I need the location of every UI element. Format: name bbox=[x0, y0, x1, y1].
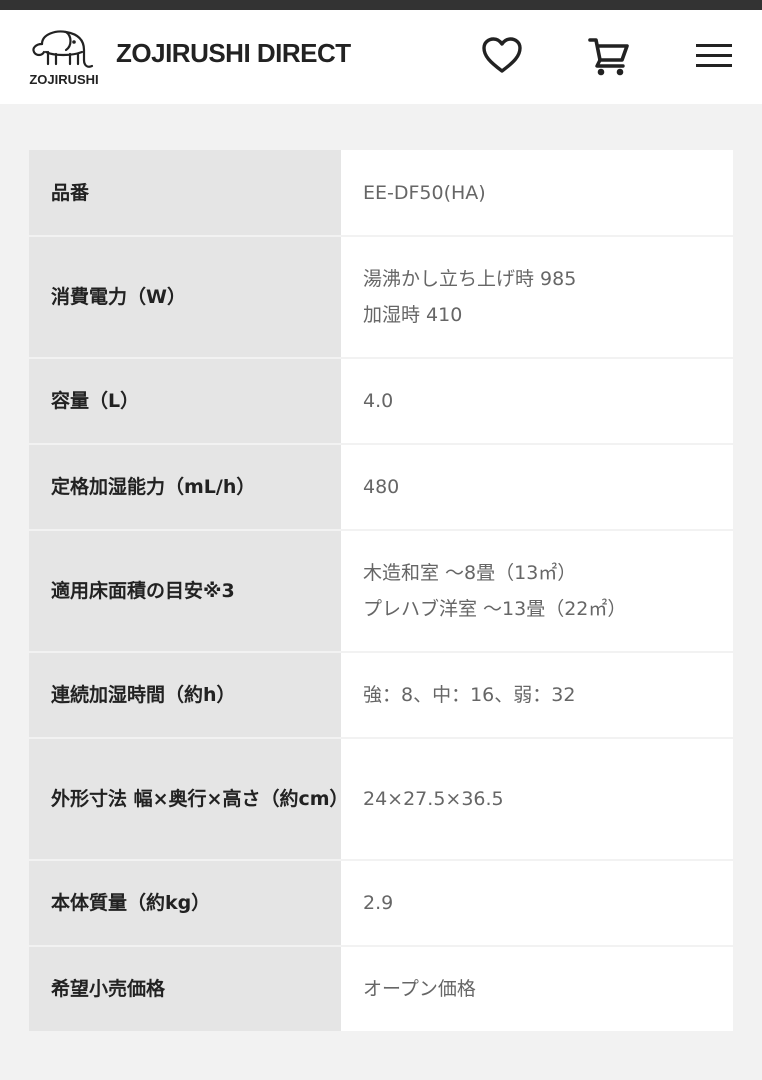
spec-label: 定格加湿能力（mL/h） bbox=[29, 444, 341, 530]
spec-label: 適用床面積の目安※3 bbox=[29, 530, 341, 652]
spec-value-line: 湯沸かし立ち上げ時 985 bbox=[363, 268, 577, 290]
spec-value-line: 木造和室 〜8畳（13㎡） bbox=[363, 562, 577, 584]
spec-row: 希望小売価格 オープン価格 bbox=[29, 946, 733, 1032]
spec-value-line: オープン価格 bbox=[363, 978, 476, 1000]
spec-value: 24×27.5×36.5 bbox=[341, 738, 733, 860]
spec-value: EE-DF50(HA) bbox=[341, 150, 733, 236]
spec-table: 品番 EE-DF50(HA) 消費電力（W） 湯沸かし立ち上げ時 985 加湿時… bbox=[29, 150, 733, 1033]
spec-row: 品番 EE-DF50(HA) bbox=[29, 150, 733, 236]
spec-value-line: 強：8、中：16、弱：32 bbox=[363, 684, 576, 706]
spec-label: 容量（L） bbox=[29, 358, 341, 444]
spec-value-line: 4.0 bbox=[363, 390, 394, 412]
spec-value-line: 2.9 bbox=[363, 892, 394, 914]
spec-value: オープン価格 bbox=[341, 946, 733, 1032]
site-header: ZOJIRUSHI ZOJIRUSHI DIRECT bbox=[0, 10, 762, 104]
spec-row: 消費電力（W） 湯沸かし立ち上げ時 985 加湿時 410 bbox=[29, 236, 733, 358]
spec-value: 湯沸かし立ち上げ時 985 加湿時 410 bbox=[341, 236, 733, 358]
spec-label: 消費電力（W） bbox=[29, 236, 341, 358]
spec-label: 品番 bbox=[29, 150, 341, 236]
heart-icon[interactable] bbox=[480, 34, 524, 78]
logo-wordmark: ZOJIRUSHI bbox=[29, 72, 98, 87]
spec-row: 適用床面積の目安※3 木造和室 〜8畳（13㎡） プレハブ洋室 〜13畳（22㎡… bbox=[29, 530, 733, 652]
spec-row: 容量（L） 4.0 bbox=[29, 358, 733, 444]
spec-row: 定格加湿能力（mL/h） 480 bbox=[29, 444, 733, 530]
spec-label: 連続加湿時間（約h） bbox=[29, 652, 341, 738]
brand-title[interactable]: ZOJIRUSHI DIRECT bbox=[116, 38, 351, 69]
spec-value: 木造和室 〜8畳（13㎡） プレハブ洋室 〜13畳（22㎡） bbox=[341, 530, 733, 652]
spec-value: 480 bbox=[341, 444, 733, 530]
spec-value: 2.9 bbox=[341, 860, 733, 946]
top-status-bar bbox=[0, 0, 762, 10]
spec-value: 強：8、中：16、弱：32 bbox=[341, 652, 733, 738]
spec-value-line: プレハブ洋室 〜13畳（22㎡） bbox=[363, 598, 627, 620]
spec-row: 外形寸法 幅×奥行×高さ（約cm） 24×27.5×36.5 bbox=[29, 738, 733, 860]
spec-value-line: 24×27.5×36.5 bbox=[363, 788, 504, 810]
spec-value: 4.0 bbox=[341, 358, 733, 444]
spec-value-line: 480 bbox=[363, 476, 400, 498]
spec-row: 連続加湿時間（約h） 強：8、中：16、弱：32 bbox=[29, 652, 733, 738]
spec-value-line: EE-DF50(HA) bbox=[363, 181, 486, 204]
menu-icon[interactable] bbox=[692, 34, 736, 78]
spec-value-line: 加湿時 410 bbox=[363, 304, 463, 326]
zojirushi-elephant-logo[interactable]: ZOJIRUSHI bbox=[26, 26, 102, 90]
cart-icon[interactable] bbox=[587, 34, 631, 78]
spec-label: 本体質量（約kg） bbox=[29, 860, 341, 946]
spec-label: 希望小売価格 bbox=[29, 946, 341, 1032]
spec-label: 外形寸法 幅×奥行×高さ（約cm） bbox=[29, 738, 349, 860]
spec-row: 本体質量（約kg） 2.9 bbox=[29, 860, 733, 946]
